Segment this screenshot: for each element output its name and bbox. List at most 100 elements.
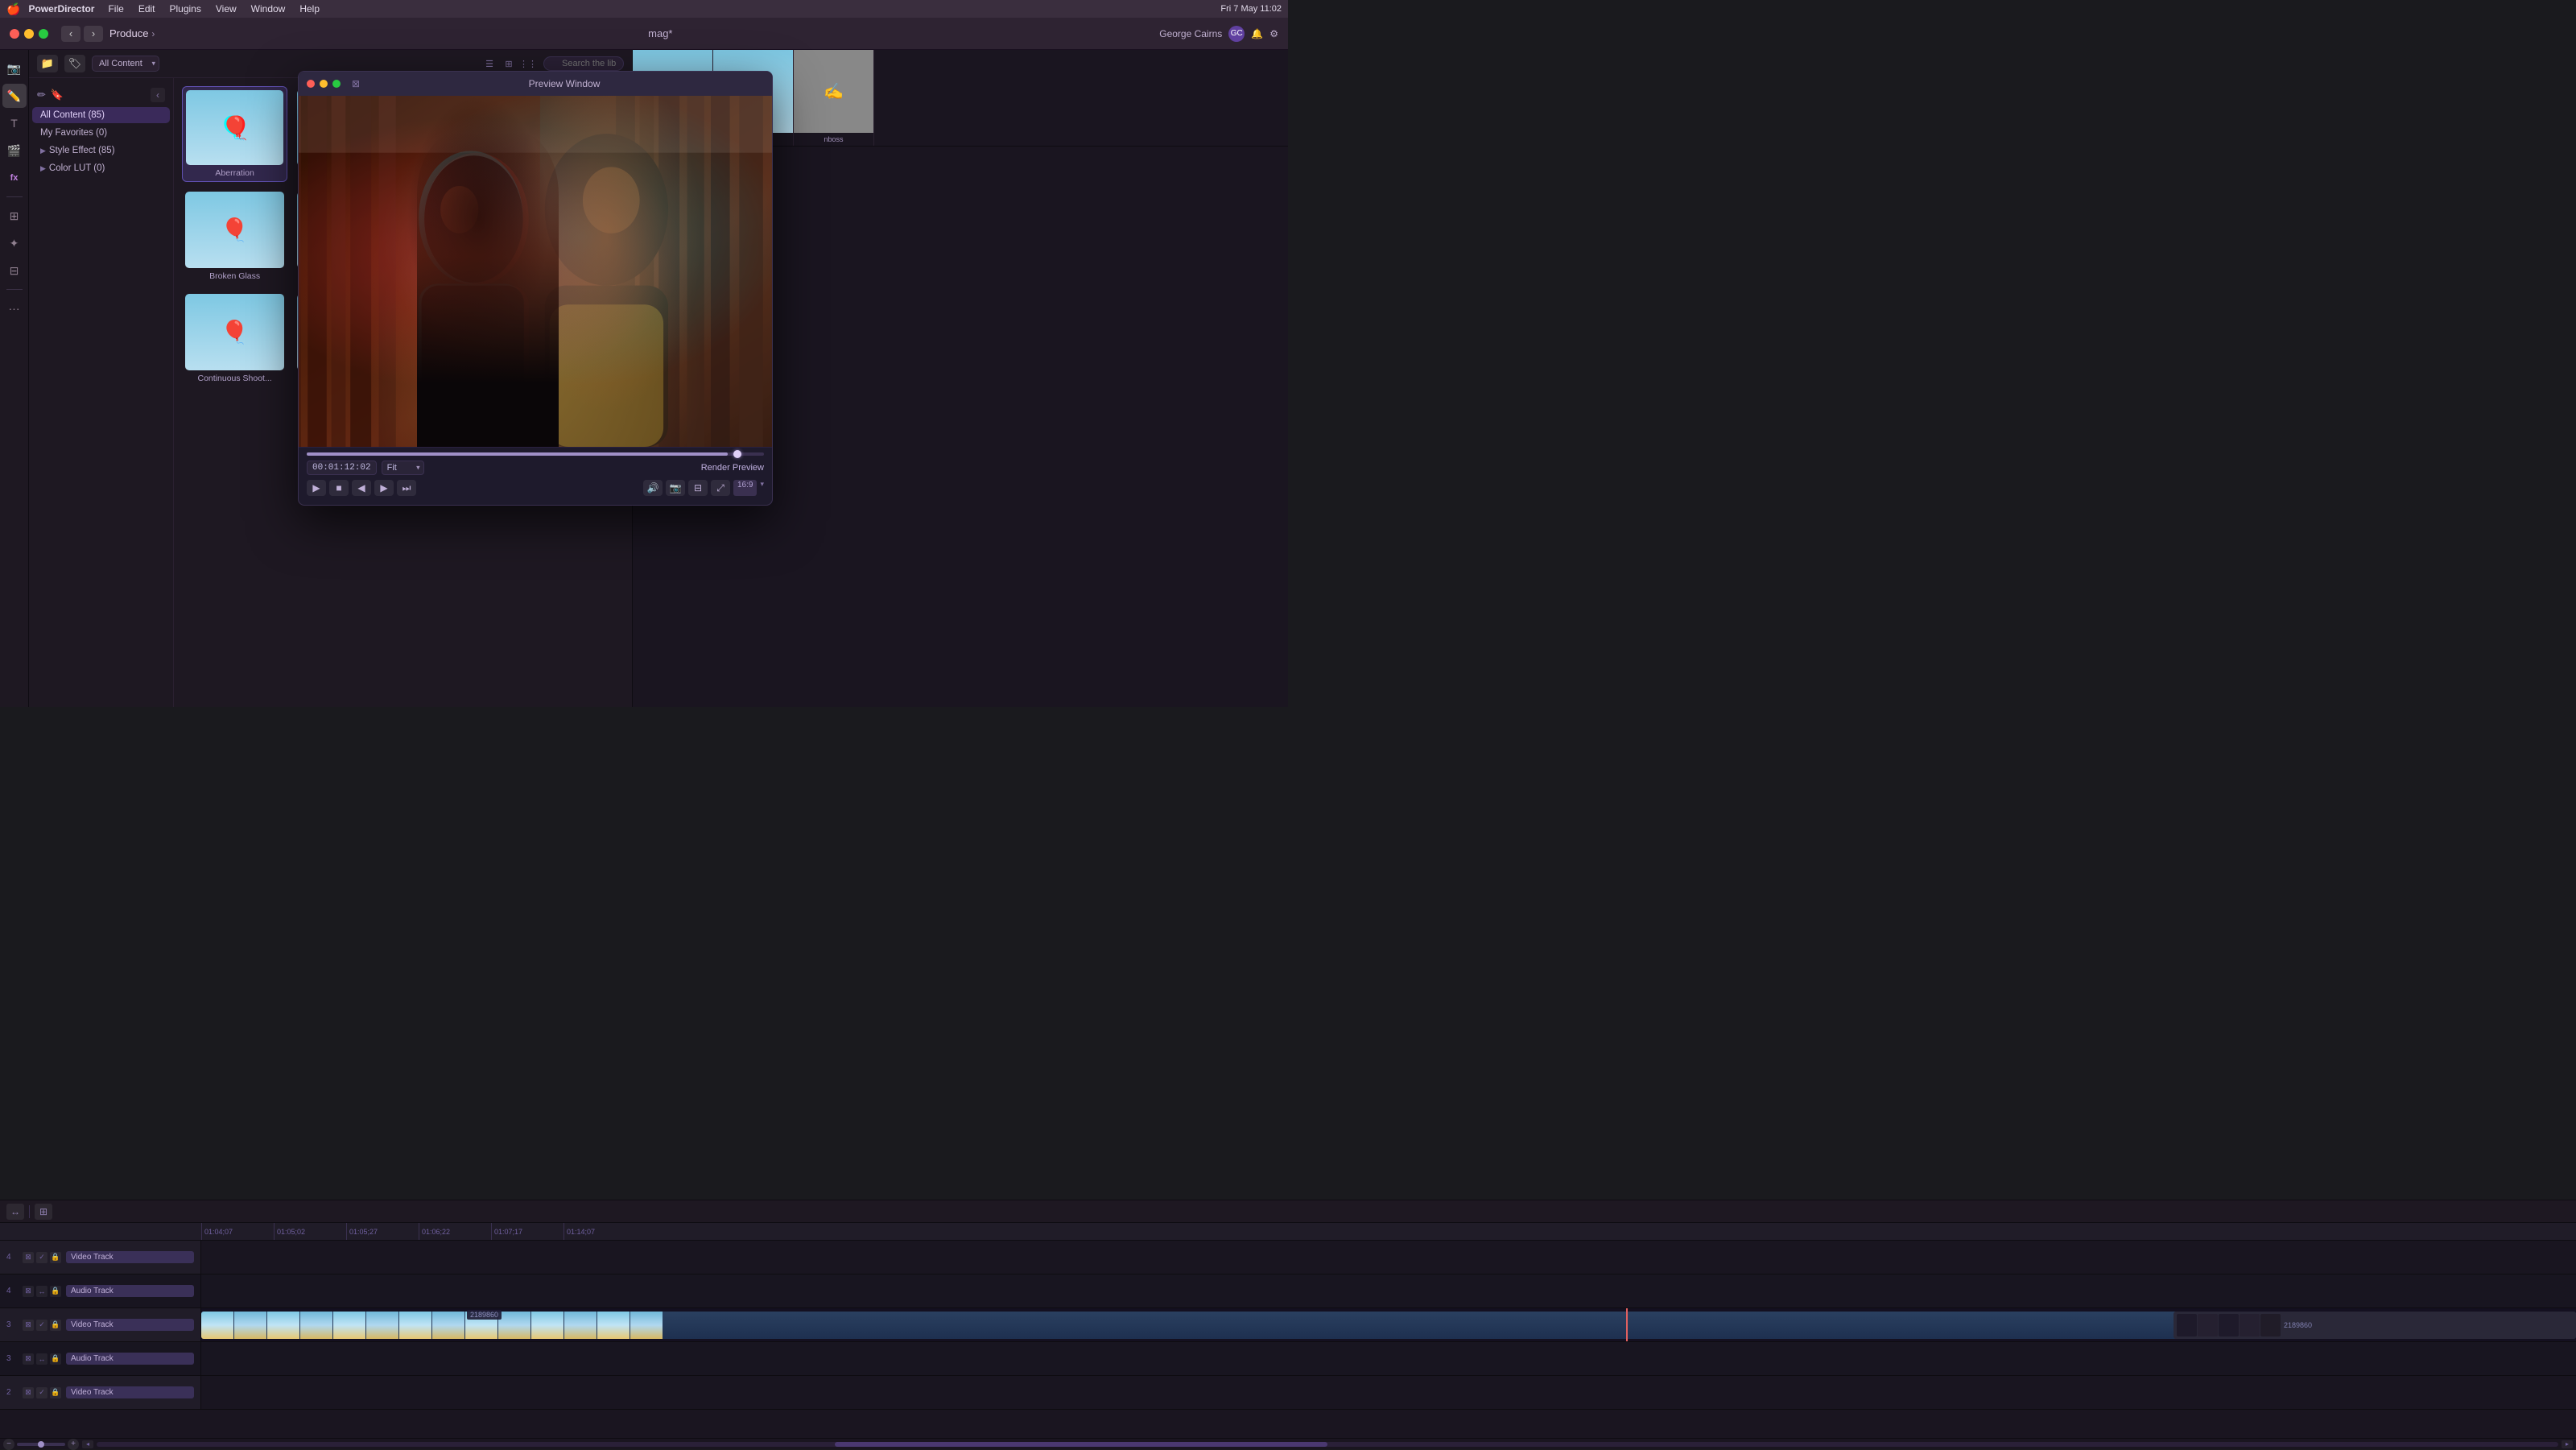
scroll-thumb[interactable] — [835, 1442, 1327, 1447]
frame-13 — [630, 1312, 663, 1339]
tool-more[interactable]: ··· — [2, 296, 27, 320]
track-controls-3v: ⊠ ✓ 🔒 — [23, 1320, 61, 1331]
track-mute-4v[interactable]: ✓ — [36, 1252, 47, 1263]
track-lock-2v[interactable]: 🔒 — [50, 1387, 61, 1398]
play-button[interactable]: ▶ — [307, 480, 326, 496]
content-filter-select[interactable]: All Content Video Audio Image — [92, 56, 159, 72]
large-grid-view-button[interactable]: ⋮⋮ — [519, 55, 537, 72]
effect-continuous-shoot[interactable]: 🎈 Continuous Shoot... — [182, 291, 287, 386]
track-lock-3v[interactable]: 🔒 — [50, 1320, 61, 1331]
menu-view[interactable]: View — [210, 3, 242, 14]
preview-title-text: Preview Window — [365, 78, 764, 89]
tool-fx[interactable]: fx — [2, 166, 27, 190]
scroll-left-button[interactable]: ◂ — [82, 1440, 93, 1448]
tool-correction[interactable]: ⊟ — [2, 258, 27, 283]
skip-forward-button[interactable]: ⏭ — [397, 480, 416, 496]
menu-window[interactable]: Window — [246, 3, 291, 14]
filter-color-lut[interactable]: ▶ Color LUT (0) — [32, 160, 170, 176]
scroll-right-button[interactable]: ▸ — [2562, 1440, 2573, 1448]
tool-overlay[interactable]: 🎬 — [2, 138, 27, 163]
track-content-3v[interactable]: 2189860 2189860 — [201, 1308, 2576, 1341]
preview-timeline-bar[interactable] — [307, 452, 764, 456]
track-lock-4v[interactable]: 🔒 — [50, 1252, 61, 1263]
track-3v-right-clip[interactable]: 2189860 — [2174, 1312, 2576, 1339]
fit-select[interactable]: Fit 100% 50% — [382, 461, 424, 475]
menu-edit[interactable]: Edit — [133, 3, 161, 14]
preview-maximize[interactable] — [332, 80, 341, 88]
color-lut-arrow: ▶ — [40, 164, 46, 173]
aspect-icon[interactable]: ⊟ — [688, 480, 708, 496]
user-avatar[interactable]: GC — [1228, 26, 1245, 42]
window-maximize[interactable] — [39, 29, 48, 39]
split-tool-button[interactable]: ↔ — [6, 1204, 24, 1220]
apple-menu[interactable]: 🍎 — [6, 2, 20, 16]
fast-forward-button[interactable]: ▶ — [374, 480, 394, 496]
scroll-track[interactable] — [97, 1442, 2558, 1447]
menu-file[interactable]: File — [102, 3, 129, 14]
fullscreen-icon[interactable]: ⤢ — [711, 480, 730, 496]
search-input[interactable] — [543, 56, 624, 71]
grid-view-button[interactable]: ⊞ — [500, 55, 518, 72]
tag-button[interactable]: 🏷 — [64, 55, 85, 72]
filter-all-content[interactable]: All Content (85) — [32, 107, 170, 123]
track-mute-3v[interactable]: ✓ — [36, 1320, 47, 1331]
track-lock-4a[interactable]: 🔒 — [50, 1286, 61, 1297]
list-view-button[interactable]: ☰ — [481, 55, 498, 72]
effect-brokenglass[interactable]: 🎈 Broken Glass — [182, 188, 287, 284]
preview-close[interactable] — [307, 80, 315, 88]
timeline-thumb[interactable] — [733, 450, 741, 458]
snap-tool-button[interactable]: ⊞ — [35, 1204, 52, 1220]
track-content-4v[interactable] — [201, 1241, 2576, 1274]
resolution-dropdown-arrow[interactable]: ▾ — [760, 480, 764, 496]
preview-expand-icon[interactable]: ⊠ — [352, 78, 360, 89]
track-row-2v: 2 ⊠ ✓ 🔒 Video Track — [0, 1376, 2576, 1410]
stop-button[interactable]: ■ — [329, 480, 349, 496]
audio-icon[interactable]: 🔊 — [643, 480, 663, 496]
track-content-4a[interactable] — [201, 1274, 2576, 1307]
window-minimize[interactable] — [24, 29, 34, 39]
preview-minimize[interactable] — [320, 80, 328, 88]
filter-icon-2[interactable]: 🔖 — [51, 89, 64, 101]
preview-controls: 00:01:12:02 Fit 100% 50% ▾ Render Previe… — [299, 447, 772, 505]
track-content-2v[interactable] — [201, 1376, 2576, 1409]
filter-icon-1[interactable]: ✏ — [37, 89, 46, 101]
track-content-3a[interactable] — [201, 1342, 2576, 1375]
track-mute-4a[interactable]: ↔ — [36, 1286, 47, 1297]
rewind-button[interactable]: ◀ — [352, 480, 371, 496]
ruler-mark-1: 01:05;02 — [274, 1223, 346, 1241]
snapshot-icon[interactable]: 📷 — [666, 480, 685, 496]
track-visibility-4v[interactable]: ⊠ — [23, 1252, 34, 1263]
window-close[interactable] — [10, 29, 19, 39]
zoom-in-button[interactable]: + — [68, 1439, 79, 1450]
render-preview-button[interactable]: Render Preview — [701, 463, 764, 473]
menu-plugins[interactable]: Plugins — [164, 3, 207, 14]
filter-style-effect[interactable]: ▶ Style Effect (85) — [32, 143, 170, 159]
nav-back-button[interactable]: ‹ — [61, 26, 80, 42]
nav-forward-button[interactable]: › — [84, 26, 103, 42]
filter-my-favorites[interactable]: My Favorites (0) — [32, 125, 170, 141]
tool-pip[interactable]: ⊞ — [2, 204, 27, 228]
effect-aberration[interactable]: Aberration — [182, 86, 287, 182]
settings-icon[interactable]: ⚙ — [1269, 28, 1278, 39]
track-visibility-3v[interactable]: ⊠ — [23, 1320, 34, 1331]
sidebar-collapse-button[interactable]: ‹ — [151, 88, 165, 102]
track-mute-3a[interactable]: ↔ — [36, 1353, 47, 1365]
zoom-slider-thumb[interactable] — [38, 1441, 44, 1448]
tool-effects[interactable]: ✏️ — [2, 84, 27, 108]
produce-tab[interactable]: Produce › — [109, 27, 155, 39]
menu-help[interactable]: Help — [294, 3, 325, 14]
tool-particle[interactable]: ✦ — [2, 231, 27, 255]
import-media-button[interactable]: 📁 — [37, 55, 58, 72]
track-mute-2v[interactable]: ✓ — [36, 1387, 47, 1398]
zoom-out-button[interactable]: − — [3, 1439, 14, 1450]
track-lock-3a[interactable]: 🔒 — [50, 1353, 61, 1365]
zoom-slider[interactable] — [17, 1443, 65, 1446]
track-visibility-3a[interactable]: ⊠ — [23, 1353, 34, 1365]
tool-media[interactable]: 📷 — [2, 56, 27, 81]
tool-text[interactable]: T — [2, 111, 27, 135]
effect-thumb-aberration — [186, 90, 283, 165]
track-visibility-2v[interactable]: ⊠ — [23, 1387, 34, 1398]
notif-icon[interactable]: 🔔 — [1251, 28, 1263, 39]
right-thumb-2[interactable]: ✍ nboss — [794, 50, 874, 146]
track-visibility-4a[interactable]: ⊠ — [23, 1286, 34, 1297]
